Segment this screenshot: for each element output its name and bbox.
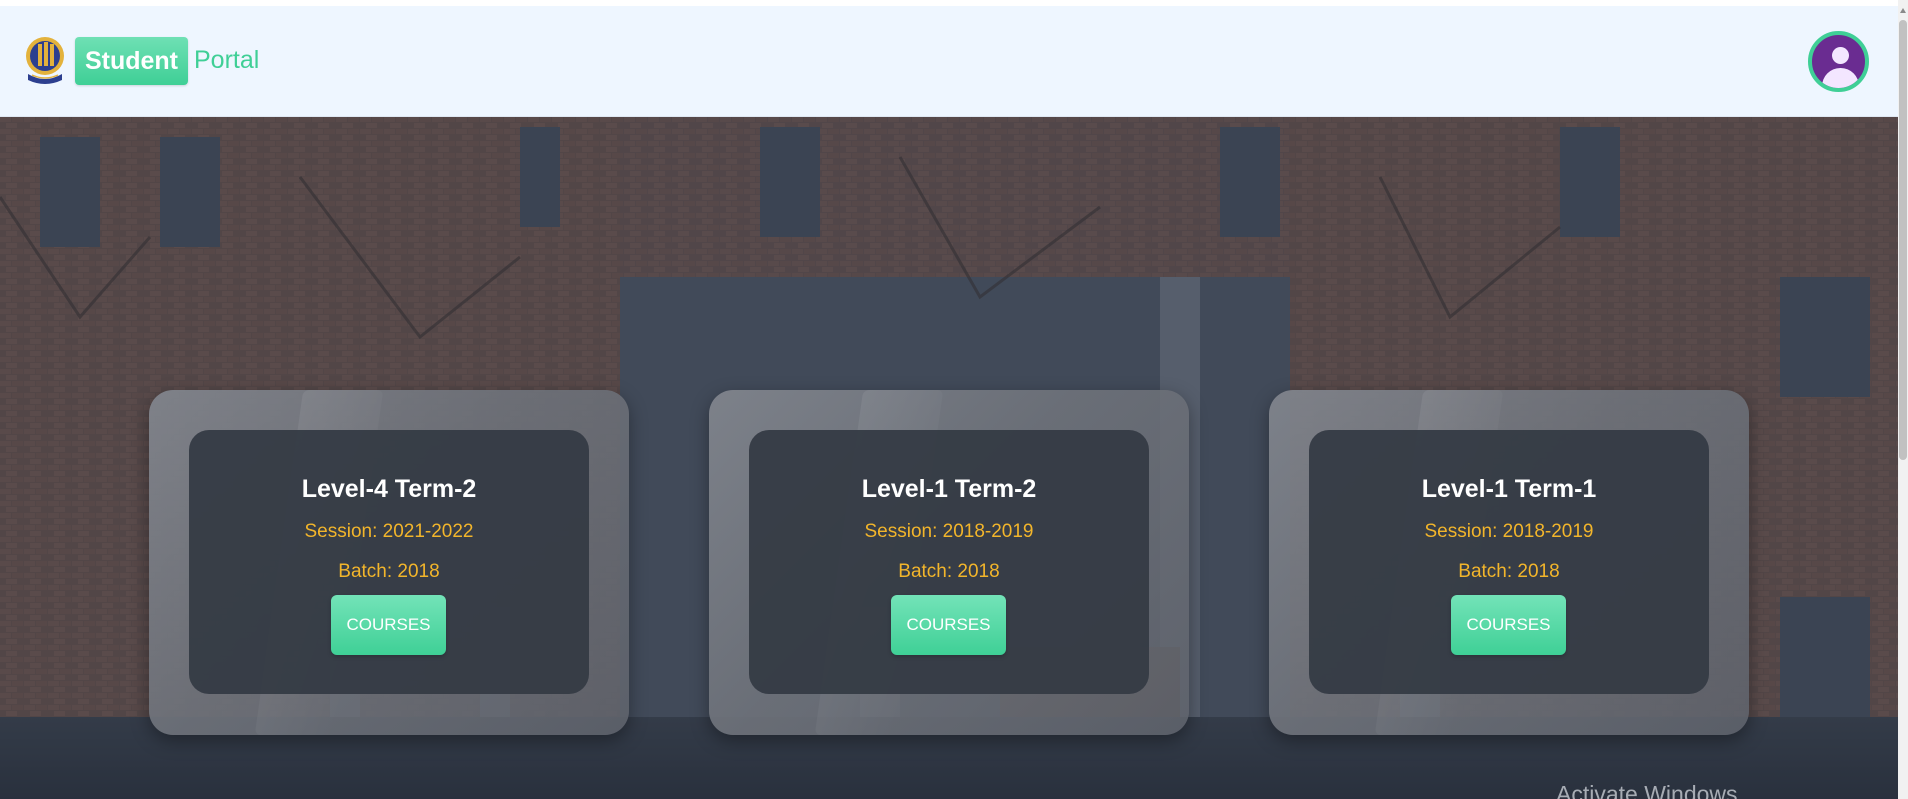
brand-badge[interactable]: Student — [75, 37, 188, 85]
scrollbar-thumb[interactable] — [1899, 20, 1907, 460]
term-batch: Batch: 2018 — [1458, 561, 1560, 582]
courses-button[interactable]: COURSES — [1451, 595, 1566, 655]
term-card: Level-1 Term-2 Session: 2018-2019 Batch:… — [709, 390, 1189, 735]
term-card: Level-1 Term-1 Session: 2018-2019 Batch:… — [1269, 390, 1749, 735]
term-card-inner: Level-1 Term-2 Session: 2018-2019 Batch:… — [749, 430, 1149, 694]
term-card-inner: Level-4 Term-2 Session: 2021-2022 Batch:… — [189, 430, 589, 694]
activate-windows-watermark: Activate Windows — [1556, 781, 1738, 799]
term-title: Level-1 Term-2 — [861, 475, 1037, 503]
courses-button[interactable]: COURSES — [891, 595, 1006, 655]
term-session: Session: 2018-2019 — [1424, 521, 1594, 542]
avatar-head — [1832, 47, 1849, 64]
navbar: Student Portal — [0, 6, 1898, 117]
brand-word[interactable]: Portal — [194, 46, 259, 75]
term-batch: Batch: 2018 — [338, 561, 440, 582]
term-card-inner: Level-1 Term-1 Session: 2018-2019 Batch:… — [1309, 430, 1709, 694]
term-title: Level-1 Term-1 — [1421, 475, 1597, 503]
avatar-body — [1822, 68, 1859, 88]
term-card: Level-4 Term-2 Session: 2021-2022 Batch:… — [149, 390, 629, 735]
user-avatar-icon[interactable] — [1808, 31, 1869, 92]
hero-section: Level-4 Term-2 Session: 2021-2022 Batch:… — [0, 117, 1898, 799]
term-title: Level-4 Term-2 — [301, 475, 477, 503]
term-session: Session: 2018-2019 — [864, 521, 1034, 542]
vertical-scrollbar[interactable] — [1898, 0, 1908, 799]
term-batch: Batch: 2018 — [898, 561, 1000, 582]
university-crest-icon[interactable] — [24, 34, 66, 86]
courses-button[interactable]: COURSES — [331, 595, 446, 655]
scroll-up-arrow-icon[interactable] — [1900, 8, 1906, 13]
term-session: Session: 2021-2022 — [304, 521, 474, 542]
